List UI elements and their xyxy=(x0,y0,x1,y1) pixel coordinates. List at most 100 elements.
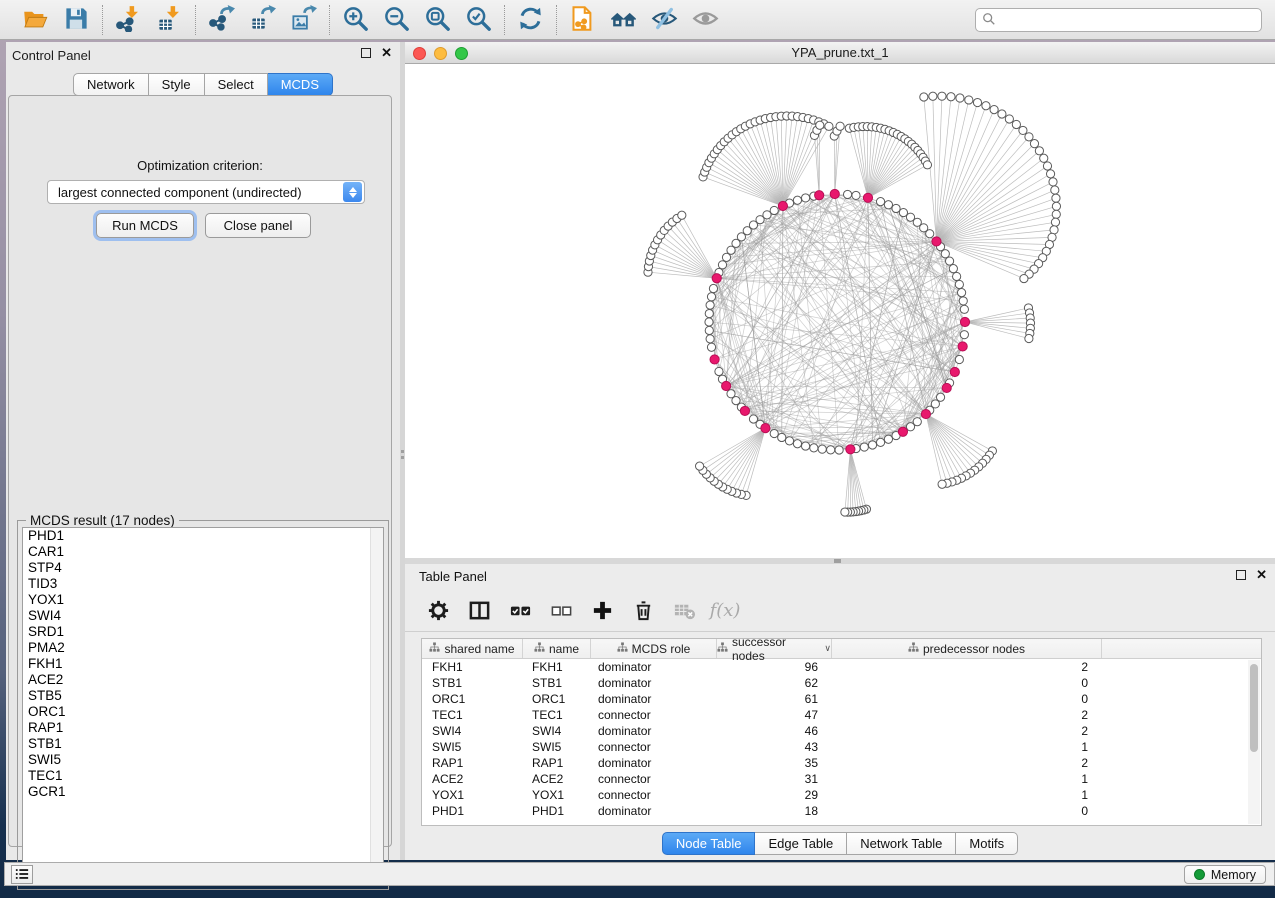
network-node[interactable] xyxy=(1005,115,1013,123)
network-node[interactable] xyxy=(941,250,949,258)
network-node[interactable] xyxy=(749,415,757,423)
network-node[interactable] xyxy=(852,191,860,199)
network-node[interactable] xyxy=(957,289,965,297)
tab-mcds[interactable]: MCDS xyxy=(268,73,333,96)
table-tab-node-table[interactable]: Node Table xyxy=(662,832,756,855)
minimize-window-icon[interactable] xyxy=(434,47,447,60)
network-node[interactable] xyxy=(949,265,957,273)
network-node[interactable] xyxy=(818,445,826,453)
table-row[interactable]: ORC1ORC1dominator610 xyxy=(422,691,1261,707)
close-panel-icon[interactable]: ✕ xyxy=(1256,570,1267,580)
export-table-button[interactable] xyxy=(248,5,277,34)
mcds-result-item[interactable]: CAR1 xyxy=(23,544,383,560)
save-session-button[interactable] xyxy=(62,5,91,34)
maximize-window-icon[interactable] xyxy=(455,47,468,60)
network-node[interactable] xyxy=(843,190,851,198)
search-input[interactable] xyxy=(996,13,1261,27)
mcds-result-item[interactable]: SWI5 xyxy=(23,752,383,768)
table-row[interactable]: TEC1TEC1connector472 xyxy=(422,707,1261,723)
float-panel-icon[interactable] xyxy=(361,48,371,58)
table-scrollbar-thumb[interactable] xyxy=(1250,664,1258,752)
network-node[interactable] xyxy=(778,433,786,441)
network-node[interactable] xyxy=(793,196,801,204)
mcds-result-item[interactable]: SRD1 xyxy=(23,624,383,640)
mcds-result-item[interactable]: YOX1 xyxy=(23,592,383,608)
network-node[interactable] xyxy=(706,335,714,343)
export-image-button[interactable] xyxy=(289,5,318,34)
network-node[interactable] xyxy=(884,435,892,443)
network-node[interactable] xyxy=(707,343,715,351)
network-canvas[interactable] xyxy=(405,64,1275,558)
column-header-successor-nodes[interactable]: successor nodes∨ xyxy=(717,639,832,658)
open-session-button[interactable] xyxy=(21,5,50,34)
table-row[interactable]: RAP1RAP1dominator352 xyxy=(422,755,1261,771)
network-node[interactable] xyxy=(947,93,955,101)
mcds-node[interactable] xyxy=(740,406,749,415)
close-panel-button[interactable]: Close panel xyxy=(205,213,311,238)
mcds-node[interactable] xyxy=(712,274,721,283)
table-tab-motifs[interactable]: Motifs xyxy=(956,832,1018,855)
network-node[interactable] xyxy=(973,98,981,106)
network-node[interactable] xyxy=(1050,226,1058,234)
mcds-node[interactable] xyxy=(942,383,951,392)
network-node[interactable] xyxy=(825,122,833,130)
network-node[interactable] xyxy=(678,211,686,219)
mcds-node[interactable] xyxy=(710,355,719,364)
mcds-node[interactable] xyxy=(846,445,855,454)
network-node[interactable] xyxy=(860,443,868,451)
network-node[interactable] xyxy=(706,301,714,309)
table-row[interactable]: PHD1PHD1dominator180 xyxy=(422,803,1261,819)
network-node[interactable] xyxy=(810,444,818,452)
network-node[interactable] xyxy=(938,92,946,100)
mcds-result-item[interactable]: ACE2 xyxy=(23,672,383,688)
zoom-in-button[interactable] xyxy=(341,5,370,34)
network-node[interactable] xyxy=(868,441,876,449)
mcds-result-item[interactable]: RAP1 xyxy=(23,720,383,736)
mcds-result-item[interactable]: PHD1 xyxy=(23,528,383,544)
mcds-result-item[interactable]: STB1 xyxy=(23,736,383,752)
delete-column-button[interactable] xyxy=(630,598,656,624)
network-node[interactable] xyxy=(705,318,713,326)
network-node[interactable] xyxy=(938,480,946,488)
close-panel-icon[interactable]: ✕ xyxy=(381,48,392,58)
network-node[interactable] xyxy=(1040,154,1048,162)
network-node[interactable] xyxy=(1043,162,1051,170)
mcds-result-item[interactable]: STB5 xyxy=(23,688,383,704)
network-node[interactable] xyxy=(1025,334,1033,342)
network-node[interactable] xyxy=(715,367,723,375)
network-node[interactable] xyxy=(1035,147,1043,155)
network-node[interactable] xyxy=(1049,178,1057,186)
split-panel-button[interactable] xyxy=(466,598,492,624)
network-node[interactable] xyxy=(1019,126,1027,134)
network-node[interactable] xyxy=(1051,186,1059,194)
network-node[interactable] xyxy=(1052,202,1060,210)
mcds-node[interactable] xyxy=(863,193,872,202)
search-box[interactable] xyxy=(975,8,1262,32)
table-row[interactable]: YOX1YOX1connector291 xyxy=(422,787,1261,803)
mcds-node[interactable] xyxy=(778,201,787,210)
mcds-node[interactable] xyxy=(932,237,941,246)
network-node[interactable] xyxy=(945,257,953,265)
close-window-icon[interactable] xyxy=(413,47,426,60)
network-node[interactable] xyxy=(892,204,900,212)
mcds-node[interactable] xyxy=(898,427,907,436)
network-node[interactable] xyxy=(1046,170,1054,178)
network-node[interactable] xyxy=(705,309,713,317)
network-node[interactable] xyxy=(982,102,990,110)
network-node[interactable] xyxy=(709,284,717,292)
mcds-result-item[interactable]: GCR1 xyxy=(23,784,383,800)
mcds-node[interactable] xyxy=(960,317,969,326)
mcds-node[interactable] xyxy=(830,189,839,198)
network-node[interactable] xyxy=(785,437,793,445)
network-node[interactable] xyxy=(965,96,973,104)
first-neighbors-button[interactable] xyxy=(609,5,638,34)
table-options-button[interactable] xyxy=(425,598,451,624)
network-node[interactable] xyxy=(1025,133,1033,141)
import-table-button[interactable] xyxy=(155,5,184,34)
mcds-result-item[interactable]: TEC1 xyxy=(23,768,383,784)
network-node[interactable] xyxy=(929,92,937,100)
zoom-fit-button[interactable] xyxy=(423,5,452,34)
float-panel-icon[interactable] xyxy=(1236,570,1246,580)
network-node[interactable] xyxy=(727,390,735,398)
table-row[interactable]: FKH1FKH1dominator962 xyxy=(422,659,1261,675)
